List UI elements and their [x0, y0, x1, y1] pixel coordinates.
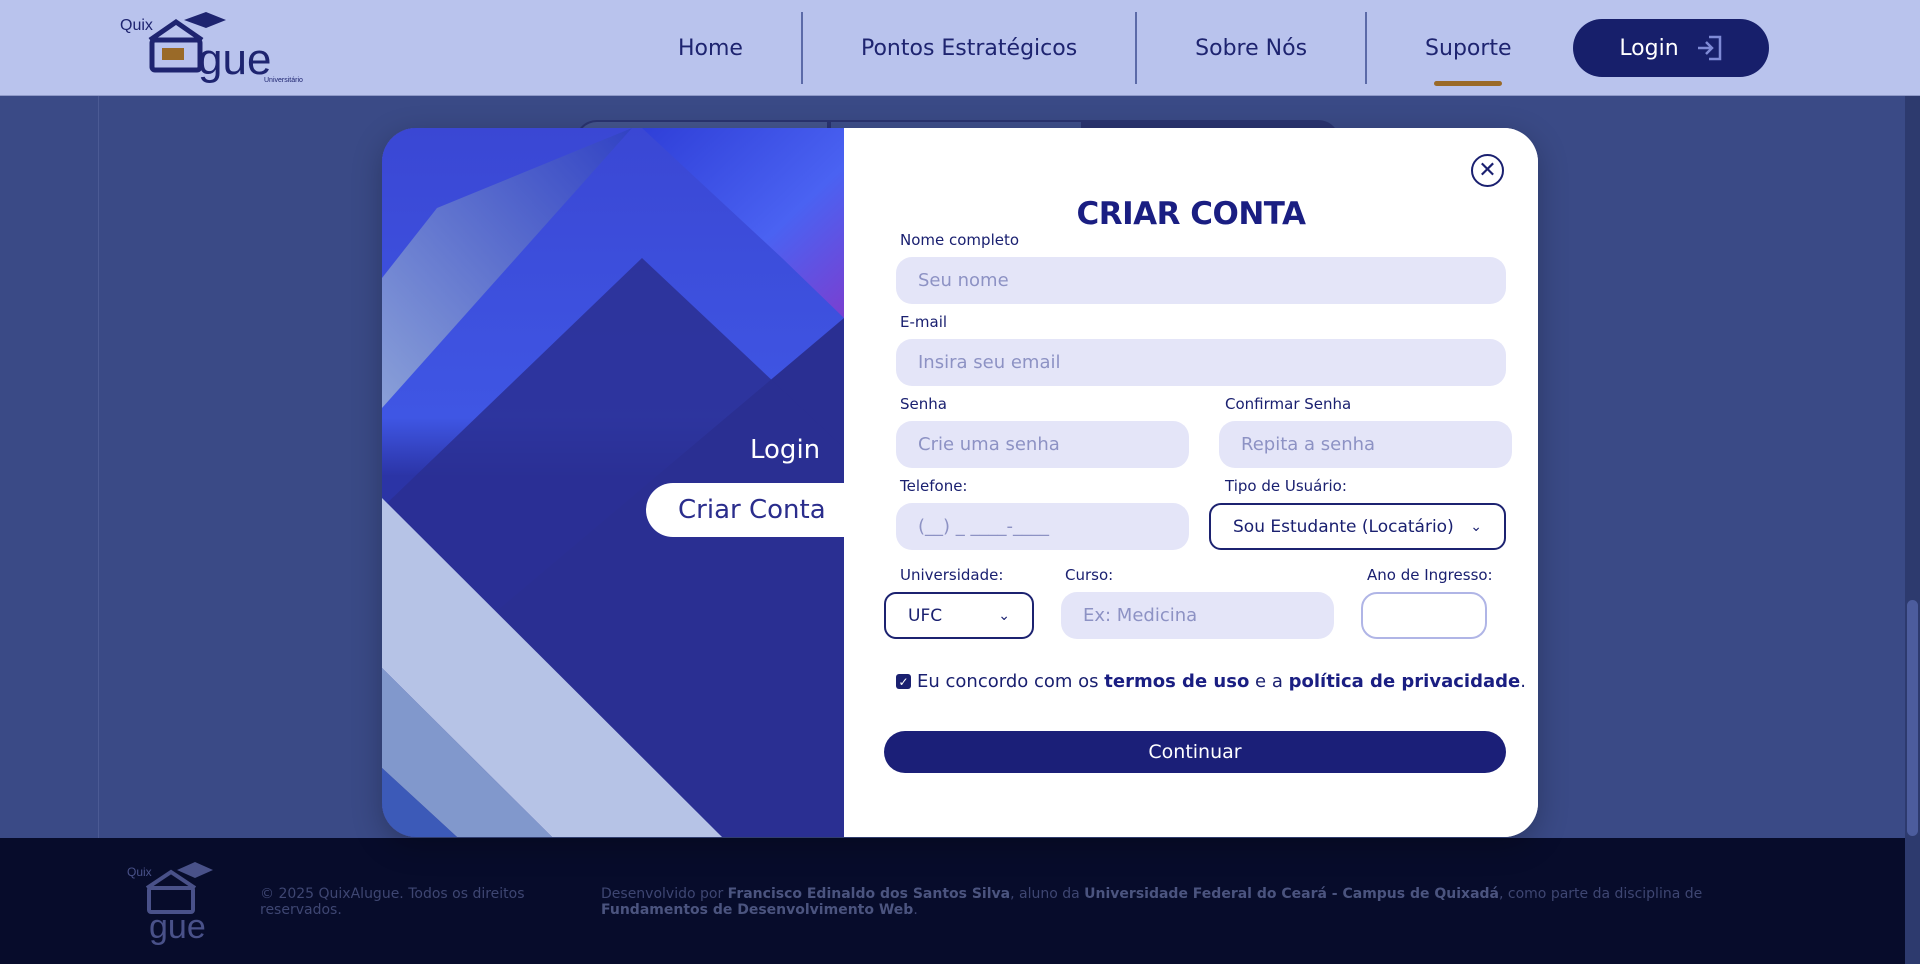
phone-input[interactable]: (__) _ ____-____ — [896, 503, 1189, 550]
enrollment-year-label: Ano de Ingresso: — [1367, 566, 1493, 584]
confirm-password-label: Confirmar Senha — [1225, 395, 1352, 413]
name-input[interactable]: Seu nome — [896, 257, 1506, 304]
chevron-down-icon: ⌄ — [998, 607, 1010, 624]
background-divider — [98, 96, 99, 838]
credits-author: Francisco Edinaldo dos Santos Silva — [727, 886, 1011, 902]
email-input[interactable]: Insira seu email — [896, 339, 1506, 386]
nav-pontos-label: Pontos Estratégicos — [860, 35, 1078, 61]
form-title: CRIAR CONTA — [1076, 196, 1306, 232]
main-nav: Home Pontos Estratégicos Sobre Nós Supor… — [620, 12, 1570, 86]
side-tab-login[interactable]: Login — [750, 435, 820, 465]
site-header: Quix gue Universitário Home Pontos Estra… — [0, 0, 1920, 96]
credits-prefix: Desenvolvido por — [601, 886, 724, 902]
user-type-label: Tipo de Usuário: — [1225, 477, 1347, 495]
nav-suporte[interactable]: Suporte — [1365, 12, 1570, 86]
continue-button[interactable]: Continuar — [884, 731, 1506, 773]
svg-text:gue: gue — [149, 908, 206, 946]
chevron-down-icon: ⌄ — [1470, 518, 1482, 535]
side-tab-create-account[interactable]: Criar Conta — [646, 483, 844, 537]
email-label: E-mail — [900, 313, 948, 331]
modal-side-panel: Login Criar Conta — [382, 128, 844, 837]
course-input[interactable]: Ex: Medicina — [1061, 592, 1334, 639]
credits-course: Fundamentos de Desenvolvimento Web — [601, 902, 914, 918]
credits-end: . — [913, 902, 918, 918]
enrollment-year-input[interactable] — [1361, 592, 1487, 639]
login-arrow-icon — [1697, 35, 1721, 61]
nav-sobre-label: Sobre Nós — [1195, 35, 1308, 61]
footer-copyright: © 2025 QuixAlugue. Todos os direitos res… — [260, 886, 525, 918]
user-type-value: Sou Estudante (Locatário) — [1233, 516, 1454, 537]
course-label: Curso: — [1065, 566, 1114, 584]
phone-label: Telefone: — [900, 477, 968, 495]
quixalugue-logo[interactable]: Quix gue Universitário — [118, 8, 328, 88]
credits-mid1: , aluno da — [1010, 886, 1080, 902]
university-select[interactable]: UFC ⌄ — [884, 592, 1034, 639]
nav-pontos-estrategicos[interactable]: Pontos Estratégicos — [800, 12, 1135, 84]
confirm-password-input[interactable]: Repita a senha — [1219, 421, 1512, 468]
password-input[interactable]: Crie uma senha — [896, 421, 1189, 468]
agree-suffix: . — [1520, 671, 1526, 692]
svg-text:Quix: Quix — [127, 865, 152, 879]
terms-checkbox[interactable]: ✓ — [896, 674, 911, 689]
scrollbar-thumb[interactable] — [1907, 600, 1918, 836]
signup-form-panel: ✕ CRIAR CONTA Nome completo Seu nome E-m… — [844, 128, 1538, 837]
agree-middle: e a — [1255, 671, 1283, 692]
credits-university: Universidade Federal do Ceará - Campus d… — [1084, 886, 1499, 902]
close-modal-button[interactable]: ✕ — [1471, 154, 1504, 187]
nav-home[interactable]: Home — [620, 12, 801, 84]
nav-sobre-nos[interactable]: Sobre Nós — [1135, 12, 1365, 84]
page-scrollbar[interactable] — [1905, 0, 1920, 964]
university-label: Universidade: — [900, 566, 1004, 584]
terms-of-use-link[interactable]: termos de uso — [1104, 671, 1249, 692]
privacy-policy-link[interactable]: política de privacidade — [1289, 671, 1521, 692]
svg-text:gue: gue — [198, 35, 271, 84]
header-login-label: Login — [1619, 35, 1679, 61]
name-label: Nome completo — [900, 231, 1020, 249]
password-label: Senha — [900, 395, 947, 413]
footer-credits: Desenvolvido por Francisco Edinaldo dos … — [601, 886, 1776, 918]
agree-prefix: Eu concordo com os — [917, 671, 1099, 692]
terms-agreement: ✓ Eu concordo com os termos de uso e a p… — [896, 671, 1526, 692]
nav-suporte-label: Suporte — [1425, 35, 1512, 61]
nav-home-label: Home — [678, 35, 743, 61]
signup-modal: Login Criar Conta ✕ CRIAR CONTA Nome com… — [382, 128, 1538, 837]
footer-logo: Quix gue — [127, 862, 213, 946]
svg-text:Universitário: Universitário — [264, 77, 303, 84]
header-login-button[interactable]: Login — [1573, 19, 1769, 77]
logo-text-top: Quix — [120, 17, 153, 34]
close-icon: ✕ — [1478, 157, 1497, 183]
site-footer: Quix gue © 2025 QuixAlugue. Todos os dir… — [0, 838, 1905, 964]
university-value: UFC — [908, 605, 943, 626]
credits-mid2: , como parte da disciplina de — [1499, 886, 1703, 902]
user-type-select[interactable]: Sou Estudante (Locatário) ⌄ — [1209, 503, 1506, 550]
